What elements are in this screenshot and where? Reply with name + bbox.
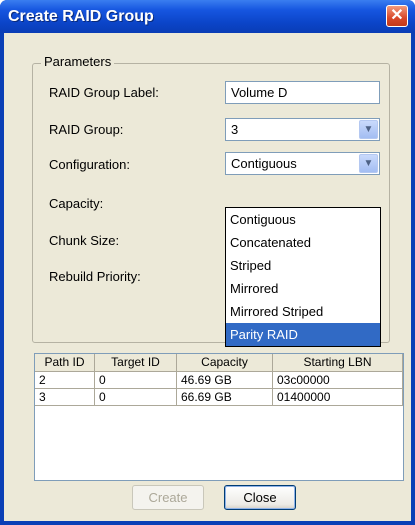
dialog-body: Parameters RAID Group Label: Volume D RA… bbox=[4, 33, 411, 521]
column-header-capacity[interactable]: Capacity bbox=[177, 354, 273, 371]
rebuild-priority-label: Rebuild Priority: bbox=[49, 269, 141, 284]
configuration-dropdown-list[interactable]: Contiguous Concatenated Striped Mirrored… bbox=[225, 207, 381, 347]
column-header-path-id[interactable]: Path ID bbox=[35, 354, 95, 371]
chevron-down-icon[interactable]: ▼ bbox=[359, 120, 378, 139]
dropdown-option[interactable]: Mirrored Striped bbox=[226, 300, 380, 323]
parameters-legend: Parameters bbox=[41, 54, 115, 69]
configuration-select[interactable]: Contiguous ▼ bbox=[225, 152, 380, 175]
table-cell: 3 bbox=[35, 389, 95, 406]
table-cell: 46.69 GB bbox=[177, 372, 273, 389]
create-button[interactable]: Create bbox=[132, 485, 204, 510]
configuration-label: Configuration: bbox=[49, 157, 130, 172]
chevron-down-icon[interactable]: ▼ bbox=[359, 154, 378, 173]
dropdown-option-selected[interactable]: Parity RAID bbox=[226, 323, 380, 346]
column-header-starting-lbn[interactable]: Starting LBN bbox=[273, 354, 403, 371]
raid-group-value: 3 bbox=[231, 122, 239, 137]
dialog-window: Create RAID Group ✕ Parameters RAID Grou… bbox=[0, 0, 415, 525]
close-icon[interactable]: ✕ bbox=[386, 5, 408, 27]
title-bar[interactable]: Create RAID Group ✕ bbox=[0, 0, 415, 33]
configuration-value: Contiguous bbox=[231, 156, 297, 171]
table-cell: 01400000 bbox=[273, 389, 403, 406]
dropdown-option[interactable]: Concatenated bbox=[226, 231, 380, 254]
raid-group-label: RAID Group: bbox=[49, 122, 124, 137]
paths-table[interactable]: Path ID Target ID Capacity Starting LBN … bbox=[34, 353, 404, 481]
dropdown-option[interactable]: Contiguous bbox=[226, 208, 380, 231]
table-row[interactable]: 3 0 66.69 GB 01400000 bbox=[35, 389, 403, 406]
chunk-size-label: Chunk Size: bbox=[49, 233, 120, 248]
table-cell: 66.69 GB bbox=[177, 389, 273, 406]
table-cell: 0 bbox=[95, 389, 177, 406]
column-header-target-id[interactable]: Target ID bbox=[95, 354, 177, 371]
dropdown-option[interactable]: Striped bbox=[226, 254, 380, 277]
close-button[interactable]: Close bbox=[224, 485, 296, 510]
window-title: Create RAID Group bbox=[8, 8, 154, 25]
table-header: Path ID Target ID Capacity Starting LBN bbox=[35, 354, 403, 372]
raid-group-label-field[interactable]: Volume D bbox=[225, 81, 380, 104]
raid-group-select[interactable]: 3 ▼ bbox=[225, 118, 380, 141]
table-cell: 0 bbox=[95, 372, 177, 389]
raid-group-label-label: RAID Group Label: bbox=[49, 85, 159, 100]
table-cell: 2 bbox=[35, 372, 95, 389]
table-row[interactable]: 2 0 46.69 GB 03c00000 bbox=[35, 372, 403, 389]
capacity-label: Capacity: bbox=[49, 196, 104, 211]
table-cell: 03c00000 bbox=[273, 372, 403, 389]
dropdown-option[interactable]: Mirrored bbox=[226, 277, 380, 300]
